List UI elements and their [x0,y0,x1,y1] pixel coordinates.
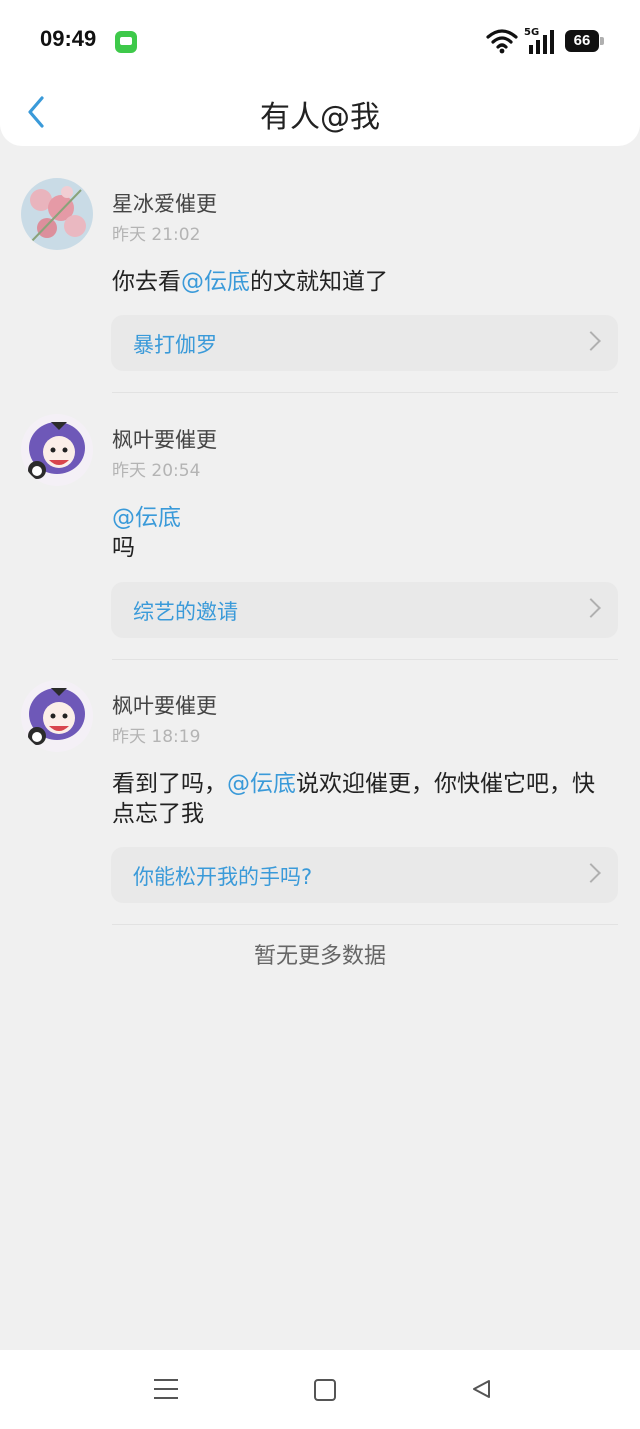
timestamp: 昨天 20:54 [112,461,201,481]
header: 09:49 5G 66 有人@我 [0,0,640,146]
message-content: @伝底吗 [112,503,602,563]
user-name[interactable]: 枫叶要催更 [112,690,217,720]
page-title: 有人@我 [260,100,380,135]
timestamp: 昨天 18:19 [112,727,201,747]
avatar[interactable] [21,680,93,752]
divider [112,392,618,393]
timestamp: 昨天 21:02 [112,225,201,245]
story-link-card[interactable]: 暴打伽罗 [111,315,618,371]
avatar[interactable] [21,178,93,250]
story-title: 综艺的邀请 [133,600,238,624]
avatar[interactable] [21,414,93,486]
chevron-right-icon [581,863,601,883]
status-time: 09:49 [40,26,97,51]
avatar-anime-image [21,414,93,486]
avatar-anime-image [21,680,93,752]
avatar-flowers-image [21,178,93,250]
mention-link[interactable]: @伝底 [227,771,296,797]
message-text: 你去看 [112,269,181,295]
no-more-data-label: 暂无更多数据 [253,944,386,969]
chevron-right-icon [581,598,601,618]
mention-link[interactable]: @伝底 [112,505,181,531]
story-link-card[interactable]: 你能松开我的手吗? [111,847,618,903]
message-content: 看到了吗，@伝底说欢迎催更，你快催它吧，快点忘了我 [112,769,602,829]
message-content: 你去看@伝底的文就知道了 [112,267,602,297]
story-title: 暴打伽罗 [133,333,217,357]
message-text: 吗 [112,535,135,561]
user-name[interactable]: 星冰爱催更 [112,188,217,218]
message-text: 看到了吗， [112,771,227,797]
system-nav-bar [0,1350,640,1429]
chevron-right-icon [581,331,601,351]
menu-icon[interactable] [154,1379,178,1401]
back-triangle-icon[interactable] [470,1378,492,1400]
divider [112,924,618,925]
user-name[interactable]: 枫叶要催更 [112,424,217,454]
story-link-card[interactable]: 综艺的邀请 [111,582,618,638]
wifi-icon [486,29,518,54]
battery-icon: 66 [565,30,604,52]
mention-link[interactable]: @伝底 [181,269,250,295]
message-text: 的文就知道了 [250,269,388,295]
signal-icon [529,30,554,54]
story-title: 你能松开我的手吗? [133,865,313,889]
divider [112,659,618,660]
message-app-icon [115,31,137,53]
home-icon[interactable] [314,1379,336,1401]
